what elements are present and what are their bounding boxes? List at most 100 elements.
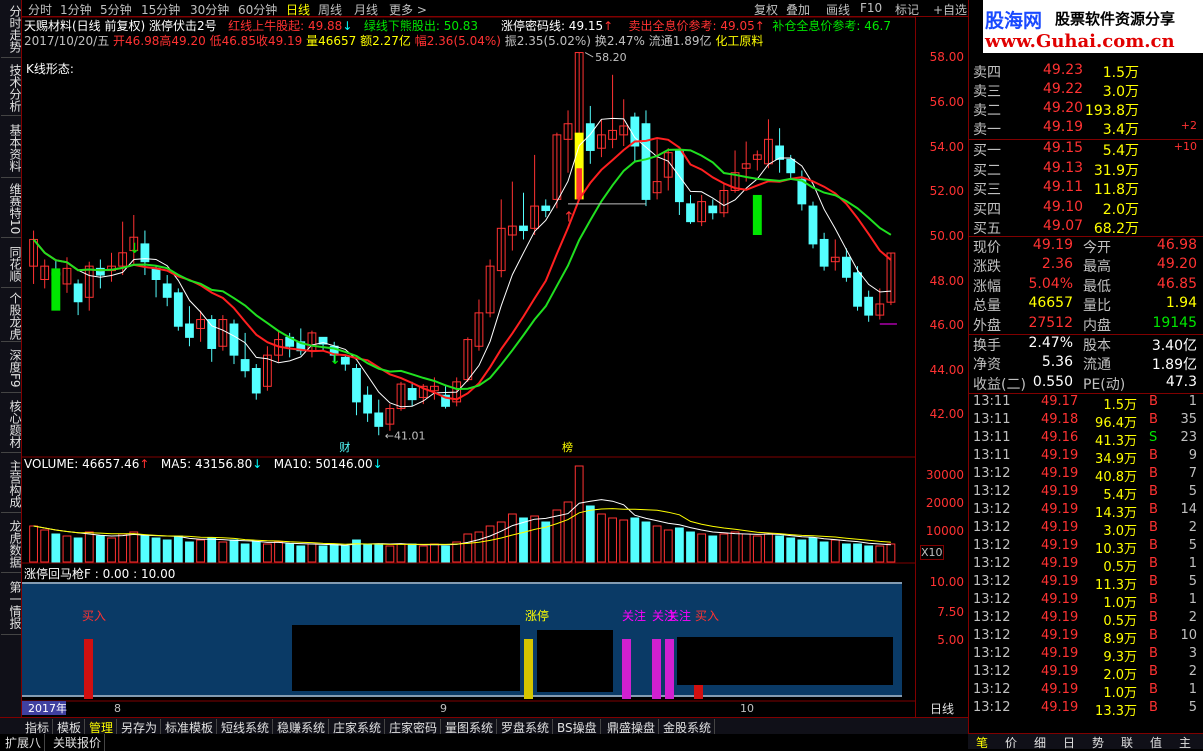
volume-bar (819, 541, 829, 563)
signal-label-buy2: 买入 (695, 609, 719, 623)
quote-label: 现价 (973, 240, 1001, 256)
panel-tab-6[interactable]: 值 (1150, 734, 1162, 751)
toolbar-button-2[interactable]: 画线 (826, 1, 850, 18)
panel-tab-3[interactable]: 日 (1063, 734, 1075, 751)
tick-time: 13:12 (973, 502, 1011, 517)
tab-period-3[interactable]: 15分钟 (141, 1, 180, 18)
quote-label: 涨幅 (973, 278, 1001, 295)
leftnav-item-8[interactable]: 主营构成 (1, 455, 22, 513)
panel-tab-5[interactable]: 联 (1121, 734, 1133, 751)
panel-tab-0[interactable]: 笔 (976, 734, 988, 751)
orderbook-label: 卖四 (973, 65, 1001, 81)
tick-price: 49.19 (1041, 538, 1079, 553)
quote-label: 收益(二) (973, 376, 1026, 393)
leftnav-item-7[interactable]: 核心题材 (1, 395, 22, 453)
tick-time: 13:12 (973, 610, 1011, 625)
status-link[interactable]: 关联报价 (50, 734, 106, 751)
quote-panel: 卖四 49.23 1.5万 卖三 49.22 3.0万 卖二 49.20 193.8万 卖一 49.… (968, 0, 1203, 749)
orderbook-sell-row: 卖三 49.22 3.0万 (971, 81, 1199, 100)
tick-count: 2 (1188, 520, 1197, 535)
orderbook-buy-row: 买二 49.13 31.9万 (971, 160, 1199, 179)
tick-direction: B (1149, 592, 1158, 607)
orderbook-volume: 31.9万 (1093, 162, 1139, 179)
volume-bar (285, 543, 295, 563)
high-pointer (584, 52, 594, 58)
indicator-tick: 7.50 (937, 605, 964, 619)
leftnav-item-5[interactable]: 个股龙虎 (1, 290, 22, 342)
orderbook-label: 卖三 (973, 84, 1001, 100)
volume-bar (674, 527, 684, 563)
tick-time: 13:12 (973, 556, 1011, 571)
leftnav-item-0[interactable]: 分时走势 (1, 0, 22, 58)
leftnav-item-10[interactable]: 第一情报 (1, 575, 22, 635)
leftnav-item-2[interactable]: 基本资料 (1, 118, 22, 178)
leftnav-item-3[interactable]: 维赛特10 (1, 180, 22, 238)
tab-period-6[interactable]: 日线 (286, 1, 310, 18)
orderbook-sell-row: 卖二 49.20 193.8万 (971, 100, 1199, 119)
orderbook-volume: 2.0万 (1102, 201, 1139, 218)
quote-label: 最高 (1083, 259, 1111, 276)
toolbar-button-1[interactable]: 叠加 (786, 1, 810, 18)
volume-bar (452, 541, 462, 563)
panel-tab-4[interactable]: 势 (1092, 734, 1104, 751)
ranking-marker[interactable]: 榜 (562, 440, 573, 454)
leftnav-item-4[interactable]: 同花顺 (1, 240, 22, 288)
volume-bar (507, 513, 517, 563)
tab-period-7[interactable]: 周线 (318, 1, 342, 18)
toolbar-button-3[interactable]: F10 (860, 1, 882, 15)
volume-bar (185, 541, 194, 563)
candle-body (686, 203, 695, 223)
indicator-tick: 10.00 (929, 575, 964, 589)
volume-bar (875, 545, 885, 563)
quote-label: 流通 (1083, 357, 1111, 374)
leftnav-item-1[interactable]: 技术分析 (1, 60, 22, 116)
tab-period-8[interactable]: 月线 (354, 1, 378, 18)
tick-time: 13:12 (973, 466, 1011, 481)
tab-period-4[interactable]: 30分钟 (190, 1, 229, 18)
logo-brand: 股海网 (985, 10, 1043, 32)
leftnav-item-6[interactable]: 深度F9 (1, 345, 22, 393)
toolbar-button-4[interactable]: 标记 (895, 1, 919, 18)
volume-bar (485, 525, 495, 563)
status-ext[interactable]: 扩展八 (2, 734, 46, 751)
panel-tab-1[interactable]: 价 (1005, 734, 1017, 751)
tab-period-0[interactable]: 分时 (28, 1, 52, 18)
leftnav-item-9[interactable]: 龙虎数据 (1, 515, 22, 573)
tick-volume: 8.9万 (1103, 632, 1137, 647)
candle-body (786, 158, 796, 174)
panel-tab-7[interactable]: 主 (1179, 734, 1191, 751)
left-navigation: 分时走势 技术分析 基本资料 维赛特10 同花顺 个股龙虎深度F9 核心题材 主营构成 龙虎数据… (0, 0, 22, 733)
panel-tab-2[interactable]: 细 (1034, 734, 1046, 751)
volume-bar (352, 539, 361, 563)
toolbar-button-5[interactable]: +自选 (933, 1, 967, 18)
tab-period-1[interactable]: 1分钟 (60, 1, 92, 18)
quote-row: 总量 46657 量比 1.94 (971, 295, 1199, 314)
tab-period-2[interactable]: 5分钟 (100, 1, 132, 18)
tick-row: 13:11 49.18 96.4万 B 35 (971, 412, 1199, 431)
quote-value: 0.550 (1032, 373, 1073, 390)
quote-value: 46.98 (1156, 237, 1197, 253)
quote-label: 最低 (1083, 278, 1111, 295)
tick-direction: B (1149, 646, 1158, 661)
finance-marker[interactable]: 财 (339, 440, 350, 454)
fundamental-row: 收益(二) 0.550 PE(动) 47.3 (971, 374, 1199, 393)
tick-price: 49.19 (1041, 574, 1079, 589)
tick-time: 13:12 (973, 592, 1011, 607)
volume-bars (29, 465, 896, 563)
tick-volume: 11.3万 (1095, 578, 1137, 593)
orderbook-buy-row: 买一 49.15 5.4万 +10 (971, 140, 1199, 159)
volume-bar (95, 535, 105, 563)
tick-row: 13:11 49.19 34.9万 B 9 (971, 448, 1199, 467)
kline-chart[interactable]: 58.20←41.01财 榜↓↓↑买入 涨停 关注 关注关注 买入2017年 8 9 10 (22, 17, 915, 717)
tick-row: 13:12 49.19 1.0万 B 1 (971, 682, 1199, 701)
volume-bar (363, 543, 373, 563)
pattern-label: K线形态: (26, 62, 74, 76)
volume-unit: X10 (920, 545, 944, 560)
toolbar-button-0[interactable]: 复权 (754, 1, 778, 18)
tick-volume: 10.3万 (1095, 542, 1137, 557)
orderbook-volume: 5.4万 (1102, 143, 1139, 159)
volume-bar (853, 543, 862, 563)
tab-period-5[interactable]: 60分钟 (238, 1, 277, 18)
indicator-name[interactable]: 涨停回马枪F (24, 567, 91, 581)
tab-period-9[interactable]: 更多 > (389, 1, 427, 18)
